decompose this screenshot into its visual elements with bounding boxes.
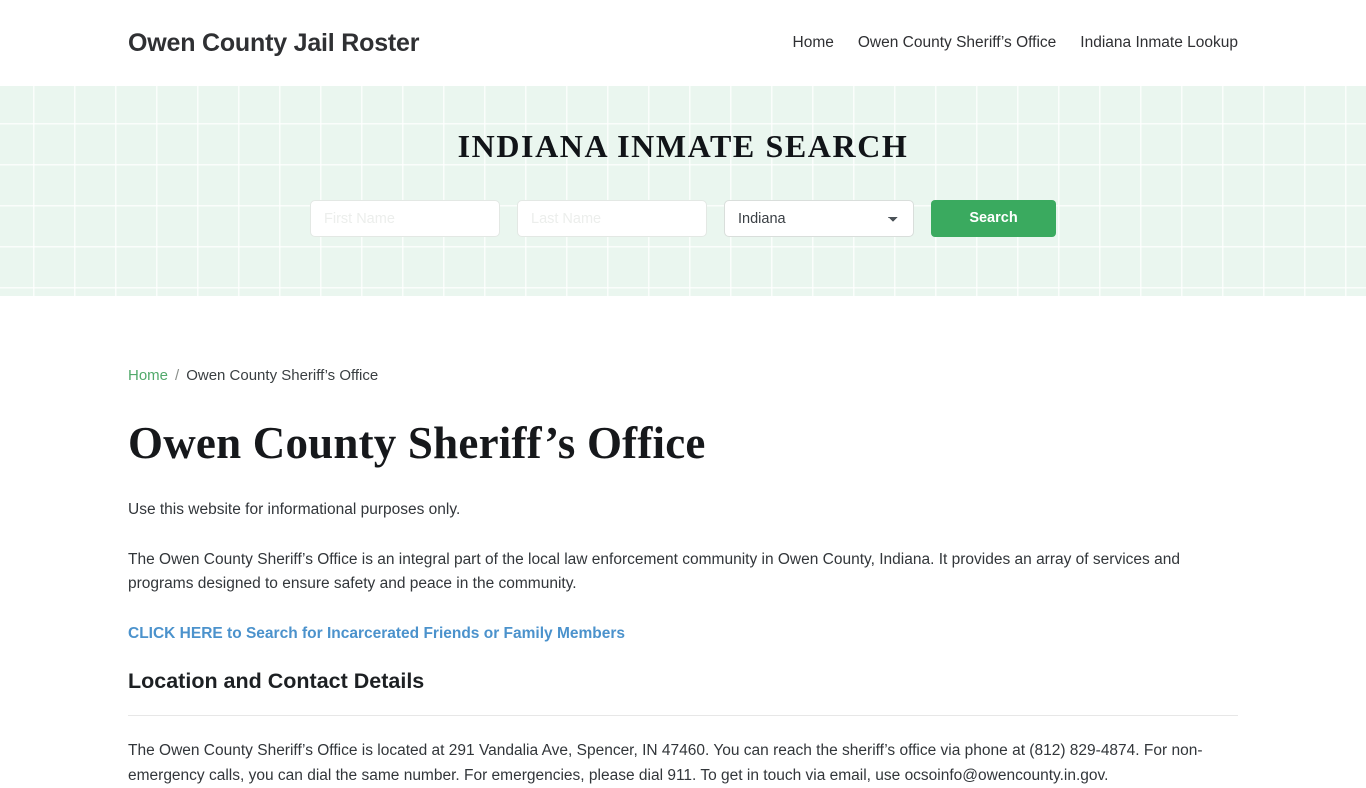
hero-title: INDIANA INMATE SEARCH bbox=[457, 128, 909, 164]
main-content: Home / Owen County Sheriff’s Office Owen… bbox=[0, 368, 1366, 788]
section-heading-location-contact: Location and Contact Details bbox=[128, 668, 425, 693]
site-header: Owen County Jail Roster Home Owen County… bbox=[0, 0, 1366, 86]
description-paragraph: The Owen County Sheriff’s Office is an i… bbox=[128, 550, 1180, 593]
hero-search-section: INDIANA INMATE SEARCH Indiana Search bbox=[0, 86, 1366, 296]
nav-item-indiana-inmate-lookup[interactable]: Indiana Inmate Lookup bbox=[1080, 35, 1238, 51]
nav-item-owen-county-sheriffs-office[interactable]: Owen County Sheriff’s Office bbox=[858, 35, 1056, 51]
state-select[interactable]: Indiana bbox=[724, 200, 914, 237]
site-brand-link[interactable]: Owen County Jail Roster bbox=[128, 29, 419, 58]
inmate-search-form: Indiana Search bbox=[310, 200, 1056, 237]
breadcrumb-current: Owen County Sheriff’s Office bbox=[186, 367, 379, 384]
section-divider bbox=[128, 715, 1238, 717]
breadcrumb-link-home[interactable]: Home bbox=[128, 368, 168, 383]
main-navigation: Home Owen County Sheriff’s Office Indian… bbox=[793, 35, 1239, 51]
last-name-input[interactable] bbox=[517, 200, 707, 237]
breadcrumb-separator: / bbox=[175, 367, 180, 384]
inmate-search-cta-link[interactable]: CLICK HERE to Search for Incarcerated Fr… bbox=[128, 623, 625, 645]
nav-item-home[interactable]: Home bbox=[793, 35, 834, 51]
contact-paragraph: The Owen County Sheriff’s Office is loca… bbox=[128, 742, 1203, 784]
search-button[interactable]: Search bbox=[931, 200, 1056, 237]
breadcrumb: Home / Owen County Sheriff’s Office bbox=[128, 368, 1238, 383]
first-name-input[interactable] bbox=[310, 200, 500, 237]
page-title: Owen County Sheriff’s Office bbox=[128, 418, 706, 468]
intro-note: Use this website for informational purpo… bbox=[128, 501, 461, 519]
